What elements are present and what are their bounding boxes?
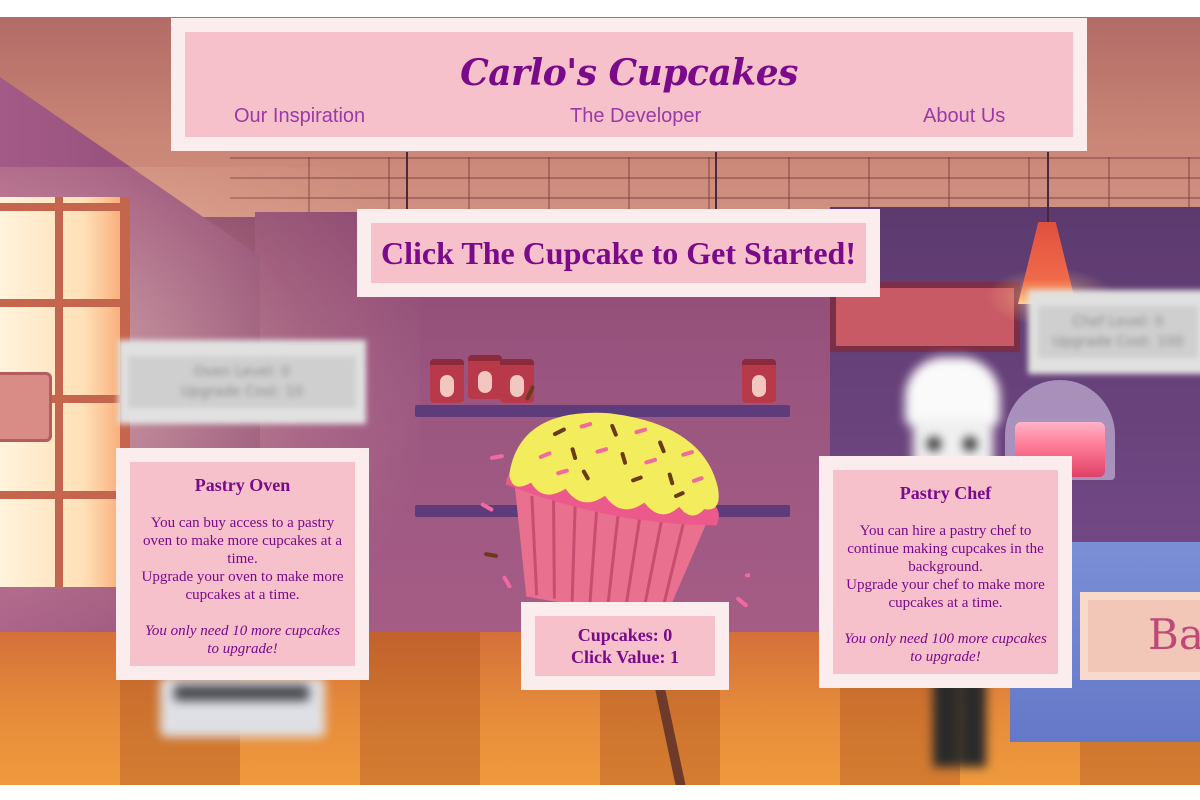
jar-icon <box>430 359 464 403</box>
bakery-sign-text: Ba <box>1148 610 1200 659</box>
chef-leg <box>960 677 986 767</box>
start-prompt-text: Click The Cupcake to Get Started! <box>381 234 856 271</box>
pastry-oven-title: Pastry Oven <box>194 475 291 495</box>
chef-hat-icon <box>905 357 1000 427</box>
header-panel: Carlo's Cupcakes Our Inspiration The Dev… <box>185 32 1073 137</box>
lamp-cord <box>1047 152 1049 222</box>
pastry-oven-description: You can buy access to a pastry oven to m… <box>140 514 345 604</box>
cupcake-button[interactable] <box>470 379 759 664</box>
site-title: Carlo's Cupcakes <box>460 52 798 94</box>
nav-the-developer[interactable]: The Developer <box>570 105 701 128</box>
bakery-sign: Ba <box>1080 592 1200 680</box>
pastry-chef-panel: Pastry Chef You can hire a pastry chef t… <box>833 470 1058 674</box>
pastry-chef-description-2: Upgrade your chef to make more cupcakes … <box>846 577 1045 611</box>
cupcake-icon <box>480 379 759 664</box>
chef-leg <box>933 677 959 767</box>
click-value: Click Value: 1 <box>570 647 680 667</box>
pastry-chef-description: You can hire a pastry chef to continue m… <box>843 522 1048 612</box>
closed-sign-icon <box>0 372 52 442</box>
stats-inner: Cupcakes: 0 Click Value: 1 <box>535 616 715 676</box>
pastry-oven-description-2: Upgrade your oven to make more cupcakes … <box>141 569 344 603</box>
chef-level-text: Chef Level: 0 <box>1072 314 1164 330</box>
site-header: Carlo's Cupcakes Our Inspiration The Dev… <box>171 18 1087 151</box>
pastry-chef-requirement: You only need 100 more cupcakes to upgra… <box>844 631 1047 665</box>
pastry-oven-card[interactable]: Pastry Oven You can buy access to a past… <box>116 448 369 680</box>
nav-our-inspiration[interactable]: Our Inspiration <box>234 105 365 128</box>
pastry-chef-title: Pastry Chef <box>899 483 992 503</box>
pastry-chef-description-1: You can hire a pastry chef to continue m… <box>847 523 1044 575</box>
pastry-chef-card[interactable]: Pastry Chef You can hire a pastry chef t… <box>819 456 1072 688</box>
oven-sprite <box>160 677 325 737</box>
pastry-oven-requirement: You only need 10 more cupcakes to upgrad… <box>144 623 341 657</box>
chef-level-hint: Chef Level: 0 Upgrade Cost: 100 <box>1028 290 1200 374</box>
pastry-oven-description-1: You can buy access to a pastry oven to m… <box>142 515 343 567</box>
nav-about-us[interactable]: About Us <box>923 105 1005 128</box>
pastry-oven-panel: Pastry Oven You can buy access to a past… <box>130 462 355 666</box>
cupcake-count: Cupcakes: 0 <box>577 625 673 645</box>
stats-panel: Cupcakes: 0 Click Value: 1 <box>521 602 729 690</box>
oven-level-hint: Oven Level: 0 Upgrade Cost: 10 <box>118 340 366 424</box>
start-prompt-panel: Click The Cupcake to Get Started! <box>371 223 866 283</box>
oven-cost-text: Upgrade Cost: 10 <box>180 384 304 400</box>
start-prompt: Click The Cupcake to Get Started! <box>357 209 880 297</box>
oven-level-text: Oven Level: 0 <box>193 364 291 380</box>
chef-cost-text: Upgrade Cost: 100 <box>1052 334 1184 350</box>
